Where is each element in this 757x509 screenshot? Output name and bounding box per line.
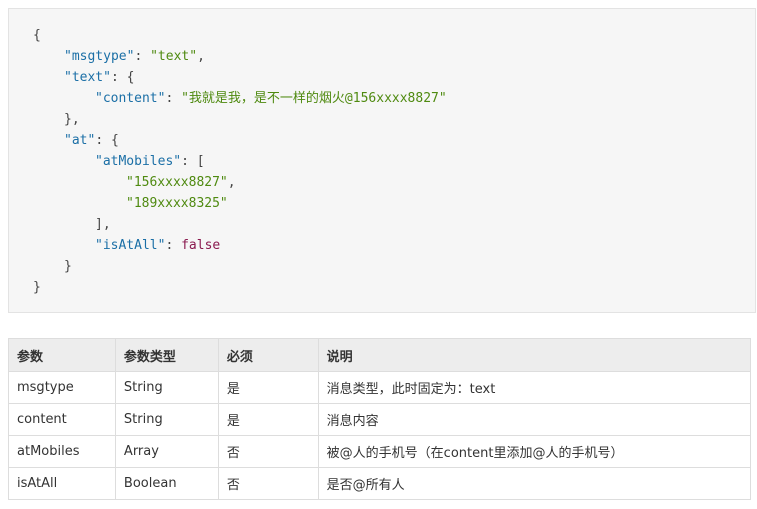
param-required: 否: [217, 435, 319, 468]
param-name: msgtype: [8, 371, 116, 404]
code-token: }: [64, 259, 72, 274]
code-token: "content": [95, 91, 166, 106]
parameter-table: 参数 参数类型 必须 说明 msgtype String 是 消息类型，此时固定…: [8, 338, 752, 500]
code-token: "isAtAll": [95, 238, 166, 253]
code-token: false: [181, 238, 221, 253]
code-line: "text": {: [64, 67, 134, 88]
code-token: {: [33, 28, 41, 43]
param-name: atMobiles: [8, 435, 116, 468]
param-name: isAtAll: [8, 467, 116, 500]
header-description: 说明: [317, 338, 752, 372]
code-token: ,: [197, 49, 205, 64]
code-line: "at": {: [64, 130, 119, 151]
code-line: }: [64, 256, 72, 277]
code-token: "156xxxx8827": [126, 175, 228, 190]
param-type: Array: [114, 435, 219, 468]
code-token: },: [64, 112, 80, 127]
table-row: isAtAll Boolean 否 是否@所有人: [8, 467, 752, 500]
json-code-block: {"msgtype": "text", "text": {"content": "…: [8, 8, 756, 313]
code-token: }: [33, 280, 41, 295]
table-row: atMobiles Array 否 被@人的手机号（在content里添加@人的…: [8, 435, 752, 468]
table-header-row: 参数 参数类型 必须 说明: [8, 338, 752, 372]
header-required: 必须: [217, 338, 319, 372]
code-token: ],: [95, 217, 111, 232]
code-line: "isAtAll": false: [95, 235, 220, 256]
table-row: msgtype String 是 消息类型，此时固定为：text: [8, 371, 752, 404]
code-line: },: [64, 109, 80, 130]
code-token: "msgtype": [64, 49, 135, 64]
code-token: "189xxxx8325": [126, 196, 228, 211]
param-required: 否: [217, 467, 319, 500]
param-type: Boolean: [114, 467, 219, 500]
param-description: 消息类型，此时固定为：text: [317, 371, 752, 404]
param-type: String: [114, 371, 219, 404]
code-line: "content": "我就是我，是不一样的烟火@156xxxx8827": [95, 88, 447, 109]
code-token: : [: [181, 154, 205, 169]
code-token: "text": [64, 70, 111, 85]
param-type: String: [114, 403, 219, 436]
code-line: }: [33, 277, 41, 298]
param-required: 是: [217, 371, 319, 404]
code-token: "text": [150, 49, 198, 64]
code-line: "156xxxx8827",: [126, 172, 236, 193]
code-token: "我就是我，是不一样的烟火@156xxxx8827": [181, 91, 447, 106]
code-token: ,: [227, 175, 236, 190]
param-required: 是: [217, 403, 319, 436]
table-row: content String 是 消息内容: [8, 403, 752, 436]
header-param: 参数: [8, 338, 116, 372]
code-token: "atMobiles": [95, 154, 182, 169]
code-token: : {: [110, 70, 135, 85]
param-description: 是否@所有人: [317, 467, 752, 500]
code-token: :: [134, 49, 151, 64]
param-description: 消息内容: [317, 403, 752, 436]
code-line: ],: [95, 214, 111, 235]
param-name: content: [8, 403, 116, 436]
code-line: "msgtype": "text",: [64, 46, 205, 67]
code-token: :: [165, 238, 182, 253]
code-line: "189xxxx8325": [126, 193, 228, 214]
code-token: :: [165, 91, 182, 106]
code-line: "atMobiles": [: [95, 151, 205, 172]
header-type: 参数类型: [114, 338, 219, 372]
code-token: "at": [64, 133, 96, 148]
code-token: : {: [95, 133, 119, 148]
code-line: {: [33, 25, 41, 46]
param-description: 被@人的手机号（在content里添加@人的手机号）: [317, 435, 752, 468]
